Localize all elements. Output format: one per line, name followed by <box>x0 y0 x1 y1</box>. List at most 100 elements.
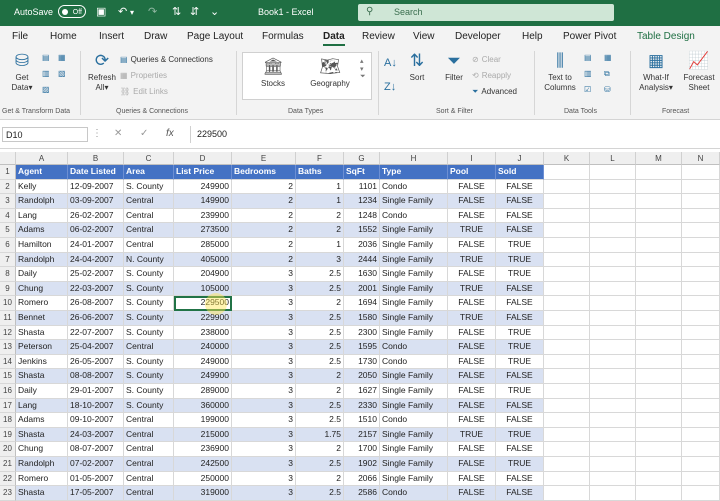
table-cell[interactable]: FALSE <box>448 194 496 209</box>
empty-cell[interactable] <box>590 384 636 399</box>
table-cell[interactable]: 240000 <box>174 340 232 355</box>
empty-cell[interactable] <box>682 471 720 487</box>
relationships-icon[interactable]: ⧉ <box>604 69 613 79</box>
empty-cell[interactable] <box>544 179 590 195</box>
forecast-sheet-button[interactable]: 📈 Forecast Sheet <box>680 52 718 93</box>
empty-cell[interactable] <box>682 281 720 297</box>
row-header[interactable]: 2 <box>0 179 16 195</box>
table-header-cell[interactable]: Date Listed <box>68 165 124 180</box>
from-text-icon[interactable]: ▤ <box>42 53 53 62</box>
empty-cell[interactable] <box>544 281 590 297</box>
get-data-button[interactable]: ⛁ Get Data▾ <box>6 52 38 93</box>
row-header[interactable]: 11 <box>0 311 16 326</box>
empty-cell[interactable] <box>682 311 720 326</box>
table-cell[interactable]: 2.5 <box>296 340 344 355</box>
tab-help[interactable]: Help <box>522 31 543 42</box>
table-cell[interactable]: 1248 <box>344 208 380 224</box>
empty-cell[interactable] <box>636 325 682 341</box>
table-cell[interactable]: 2300 <box>344 325 380 341</box>
table-cell[interactable]: Jenkins <box>16 354 68 370</box>
table-cell[interactable]: 1234 <box>344 194 380 209</box>
empty-cell[interactable] <box>682 165 720 180</box>
table-cell[interactable]: 2 <box>232 194 296 209</box>
consolidate-icon[interactable]: ▦ <box>604 53 615 62</box>
row-header[interactable]: 8 <box>0 267 16 282</box>
row-header[interactable]: 13 <box>0 340 16 355</box>
table-cell[interactable]: 229900 <box>174 311 232 326</box>
table-cell[interactable]: Single Family <box>380 471 448 487</box>
table-cell[interactable]: Condo <box>380 208 448 224</box>
empty-cell[interactable] <box>636 340 682 355</box>
table-cell[interactable]: 2 <box>296 369 344 384</box>
table-cell[interactable]: Central <box>124 427 174 443</box>
table-cell[interactable]: 1700 <box>344 442 380 457</box>
table-cell[interactable]: 3 <box>232 296 296 311</box>
table-cell[interactable]: S. County <box>124 179 174 195</box>
table-cell[interactable]: TRUE <box>496 384 544 399</box>
table-cell[interactable]: Central <box>124 223 174 238</box>
empty-cell[interactable] <box>590 471 636 487</box>
empty-cell[interactable] <box>636 281 682 297</box>
column-header-h[interactable]: H <box>380 152 448 165</box>
geography-button[interactable]: 🗺 Geography <box>305 58 355 89</box>
gallery-scroll-icon[interactable]: ▴ ▾ ⏷ <box>360 57 366 81</box>
table-cell[interactable]: TRUE <box>496 325 544 341</box>
table-cell[interactable]: 3 <box>232 427 296 443</box>
empty-cell[interactable] <box>544 471 590 487</box>
table-cell[interactable]: FALSE <box>496 194 544 209</box>
row-header[interactable]: 19 <box>0 427 16 443</box>
empty-cell[interactable] <box>590 267 636 282</box>
table-cell[interactable]: 29-01-2007 <box>68 384 124 399</box>
table-cell[interactable]: Single Family <box>380 384 448 399</box>
table-cell[interactable]: Lang <box>16 208 68 224</box>
table-cell[interactable]: 3 <box>232 267 296 282</box>
table-cell[interactable]: 249900 <box>174 179 232 195</box>
table-cell[interactable]: Single Family <box>380 252 448 268</box>
table-cell[interactable]: TRUE <box>496 427 544 443</box>
empty-cell[interactable] <box>544 296 590 311</box>
data-model-icon[interactable]: ⛁ <box>604 85 614 94</box>
table-cell[interactable]: Lang <box>16 398 68 414</box>
table-cell[interactable]: Condo <box>380 179 448 195</box>
empty-cell[interactable] <box>682 238 720 253</box>
empty-cell[interactable] <box>636 238 682 253</box>
table-cell[interactable]: Single Family <box>380 325 448 341</box>
table-cell[interactable]: Adams <box>16 413 68 428</box>
empty-cell[interactable] <box>682 413 720 428</box>
empty-cell[interactable] <box>590 311 636 326</box>
table-cell[interactable]: Single Family <box>380 194 448 209</box>
table-cell[interactable]: 239900 <box>174 208 232 224</box>
row-header[interactable]: 17 <box>0 398 16 414</box>
table-cell[interactable]: FALSE <box>448 457 496 472</box>
row-header[interactable]: 7 <box>0 252 16 268</box>
table-cell[interactable]: 249900 <box>174 369 232 384</box>
table-cell[interactable]: 2.5 <box>296 267 344 282</box>
empty-cell[interactable] <box>590 208 636 224</box>
search-box[interactable]: ⚲ Search <box>358 4 614 21</box>
table-cell[interactable]: Shasta <box>16 369 68 384</box>
table-cell[interactable]: 1730 <box>344 354 380 370</box>
empty-cell[interactable] <box>590 325 636 341</box>
table-cell[interactable]: FALSE <box>496 296 544 311</box>
sort-descending-qat-icon[interactable]: ⇵ <box>190 5 199 18</box>
empty-cell[interactable] <box>682 398 720 414</box>
empty-cell[interactable] <box>636 194 682 209</box>
table-cell[interactable]: Central <box>124 413 174 428</box>
row-header[interactable]: 22 <box>0 471 16 487</box>
table-cell[interactable]: 2586 <box>344 486 380 501</box>
table-cell[interactable]: 2 <box>296 296 344 311</box>
row-header[interactable]: 15 <box>0 369 16 384</box>
remove-duplicates-icon[interactable]: ▥ <box>584 69 595 78</box>
table-cell[interactable]: 2 <box>232 208 296 224</box>
table-cell[interactable]: Single Family <box>380 267 448 282</box>
table-cell[interactable]: Central <box>124 238 174 253</box>
table-cell[interactable]: 1510 <box>344 413 380 428</box>
table-cell[interactable]: 26-08-2007 <box>68 296 124 311</box>
table-cell[interactable]: FALSE <box>496 413 544 428</box>
table-cell[interactable]: 26-02-2007 <box>68 208 124 224</box>
table-cell[interactable]: 09-10-2007 <box>68 413 124 428</box>
table-cell[interactable]: 03-09-2007 <box>68 194 124 209</box>
table-cell[interactable]: TRUE <box>448 427 496 443</box>
table-cell[interactable]: Central <box>124 340 174 355</box>
table-cell[interactable]: FALSE <box>448 340 496 355</box>
